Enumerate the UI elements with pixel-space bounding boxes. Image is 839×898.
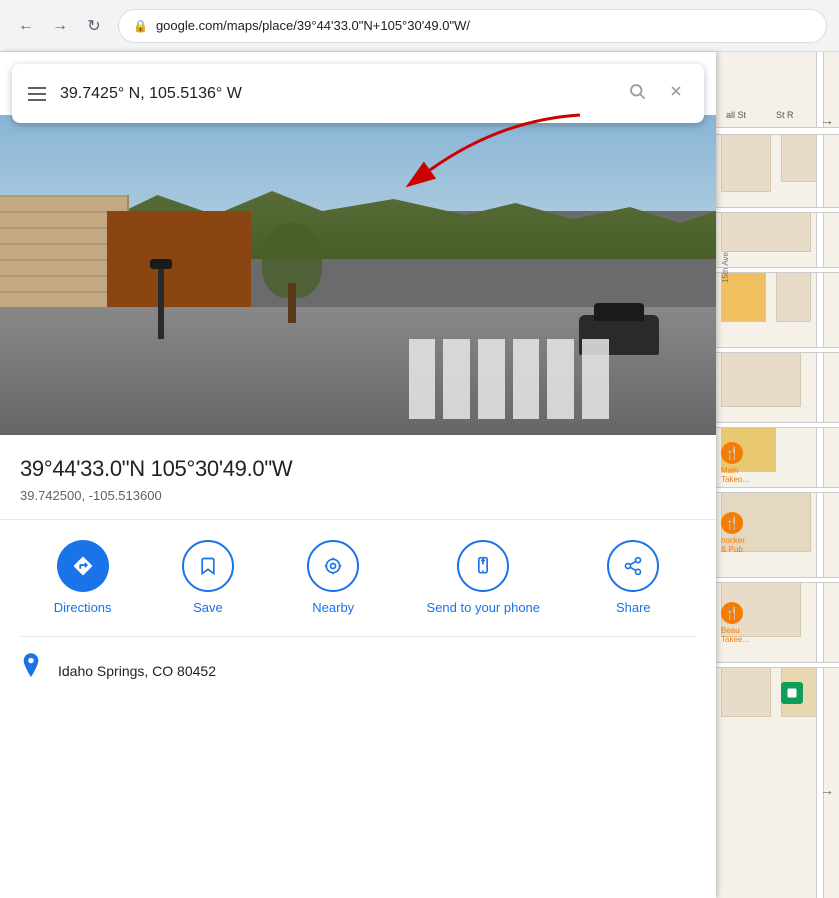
hamburger-menu-icon[interactable]: [28, 87, 46, 101]
map-block: [721, 132, 771, 192]
left-panel: 39.7425° N, 105.5136° W: [0, 52, 716, 898]
save-label: Save: [193, 600, 223, 617]
directions-button[interactable]: Directions: [43, 540, 123, 617]
send-to-phone-icon: [457, 540, 509, 592]
send-to-phone-label: Send to your phone: [427, 600, 540, 617]
url-text: google.com/maps/place/39°44'33.0"N+105°3…: [156, 18, 812, 33]
location-pin-icon: [20, 653, 42, 688]
forward-button[interactable]: →: [46, 12, 74, 40]
send-to-phone-button[interactable]: Send to your phone: [419, 540, 548, 617]
map-road-horizontal: [716, 487, 839, 493]
nearby-icon: [307, 540, 359, 592]
map-panel[interactable]: → → all St St R 15th Ave 🍴 Main Takeo...…: [716, 52, 839, 898]
nearby-label: Nearby: [312, 600, 354, 617]
map-road-horizontal: [716, 207, 839, 213]
main-container: 39.7425° N, 105.5136° W: [0, 52, 839, 898]
nav-buttons: ← → ↻: [12, 12, 108, 40]
back-button[interactable]: ←: [12, 12, 40, 40]
map-road-horizontal: [716, 127, 839, 135]
street-view-image: [0, 115, 716, 435]
map-block: [721, 667, 771, 717]
map-street-label: St R: [776, 110, 794, 120]
clear-search-button[interactable]: [664, 79, 688, 108]
lock-icon: 🔒: [133, 19, 148, 33]
map-background: → → all St St R 15th Ave 🍴 Main Takeo...…: [716, 52, 839, 898]
share-label: Share: [616, 600, 651, 617]
share-icon: [607, 540, 659, 592]
road-arrow: →: [820, 112, 834, 128]
place-title: 39°44'33.0"N 105°30'49.0"W: [20, 455, 696, 484]
nearby-button[interactable]: Nearby: [293, 540, 373, 617]
search-bar: 39.7425° N, 105.5136° W: [12, 64, 704, 123]
location-address: Idaho Springs, CO 80452: [58, 663, 216, 679]
action-buttons: Directions Save: [20, 520, 696, 638]
search-button[interactable]: [624, 78, 650, 109]
map-poi-beau-takeout[interactable]: 🍴 Beau Takee...: [721, 602, 749, 644]
place-details: 39°44'33.0"N 105°30'49.0"W 39.742500, -1…: [0, 435, 716, 520]
address-bar[interactable]: 🔒 google.com/maps/place/39°44'33.0"N+105…: [118, 9, 827, 43]
refresh-button[interactable]: ↻: [80, 12, 108, 40]
location-info: Idaho Springs, CO 80452: [0, 637, 716, 704]
directions-label: Directions: [54, 600, 112, 617]
share-button[interactable]: Share: [593, 540, 673, 617]
map-road-horizontal: [716, 662, 839, 668]
map-road-horizontal: [716, 577, 839, 583]
road-arrow: →: [820, 782, 834, 798]
save-icon: [182, 540, 234, 592]
map-street-label: all St: [726, 110, 746, 120]
map-poi-main-takeout[interactable]: 🍴 Main Takeo...: [721, 442, 749, 484]
map-block: [781, 132, 821, 182]
map-road-horizontal: [716, 267, 839, 273]
directions-icon: [57, 540, 109, 592]
map-road-vertical: [816, 52, 824, 898]
map-poi-nocker-pub[interactable]: 🍴 nocker & Pub: [721, 512, 745, 554]
save-button[interactable]: Save: [168, 540, 248, 617]
map-block: [721, 352, 801, 407]
map-road-horizontal: [716, 422, 839, 428]
map-green-marker: [781, 682, 803, 704]
search-query: 39.7425° N, 105.5136° W: [60, 85, 610, 103]
map-block: [721, 212, 811, 252]
place-coordinates: 39.742500, -105.513600: [20, 488, 696, 503]
map-street-label-15th-ave: 15th Ave: [721, 252, 730, 283]
browser-chrome: ← → ↻ 🔒 google.com/maps/place/39°44'33.0…: [0, 0, 839, 52]
map-block: [776, 272, 811, 322]
map-road-horizontal: [716, 347, 839, 353]
